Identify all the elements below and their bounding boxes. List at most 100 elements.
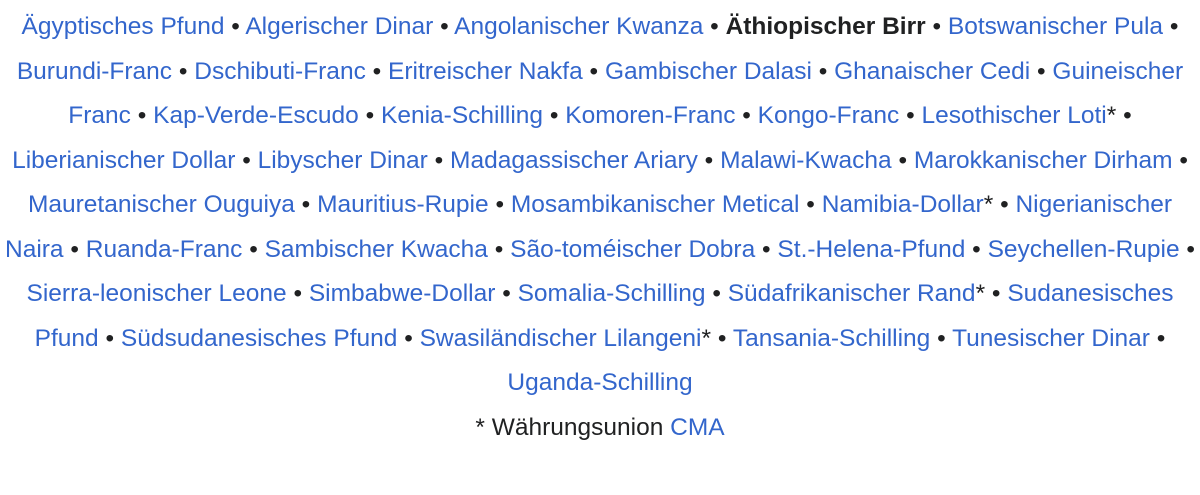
list-item: Mauretanischer Ouguiya xyxy=(28,191,295,218)
list-item: Madagassischer Ariary xyxy=(450,147,698,174)
separator: • xyxy=(1179,146,1188,174)
currency-link-swasilandischer-lilangeni[interactable]: Swasiländischer Lilangeni xyxy=(420,325,702,352)
list-item: Äthiopischer Birr xyxy=(726,13,926,40)
list-item: Angolanischer Kwanza xyxy=(454,13,703,40)
list-item: Eritreischer Nakfa xyxy=(388,58,583,85)
currency-link-malawi-kwacha[interactable]: Malawi-Kwacha xyxy=(720,147,892,174)
currency-link-komoren-franc[interactable]: Komoren-Franc xyxy=(565,102,735,129)
list-item: Tunesischer Dinar xyxy=(952,325,1150,352)
separator: • xyxy=(178,57,188,85)
list-item: Swasiländischer Lilangeni* xyxy=(420,325,711,352)
list-item: Ägyptisches Pfund xyxy=(22,13,225,40)
separator: • xyxy=(404,324,413,352)
separator: • xyxy=(762,235,771,263)
footnote-text: * Währungsunion xyxy=(475,413,664,441)
list-item: Liberianischer Dollar xyxy=(12,147,235,174)
currency-link-gambischer-dalasi[interactable]: Gambischer Dalasi xyxy=(605,58,812,85)
currency-link-dschibuti-franc[interactable]: Dschibuti-Franc xyxy=(194,58,366,85)
separator: • xyxy=(1186,235,1195,263)
separator: • xyxy=(494,235,504,263)
list-item: Burundi-Franc xyxy=(17,58,172,85)
currency-link-burundi-franc[interactable]: Burundi-Franc xyxy=(17,58,172,85)
list-item: Mauritius-Rupie xyxy=(317,191,489,218)
list-item: Komoren-Franc xyxy=(565,102,735,129)
currency-link-sao-tomeischer-dobra[interactable]: São-toméischer Dobra xyxy=(510,236,755,263)
currency-link-ghanaischer-cedi[interactable]: Ghanaischer Cedi xyxy=(834,58,1030,85)
currency-link-sambischer-kwacha[interactable]: Sambischer Kwacha xyxy=(265,236,488,263)
currency-link-kap-verde-escudo[interactable]: Kap-Verde-Escudo xyxy=(153,102,359,129)
currency-link-kenia-schilling[interactable]: Kenia-Schilling xyxy=(381,102,543,129)
currency-link-madagassischer-ariary[interactable]: Madagassischer Ariary xyxy=(450,147,698,174)
currency-link-ruanda-franc[interactable]: Ruanda-Franc xyxy=(86,236,243,263)
currency-link-sudafrikanischer-rand[interactable]: Südafrikanischer Rand xyxy=(728,280,976,307)
separator: • xyxy=(806,191,815,218)
list-item: Kap-Verde-Escudo xyxy=(153,102,359,129)
currency-link-namibia-dollar[interactable]: Namibia-Dollar xyxy=(822,191,984,218)
list-item: Tansania-Schilling xyxy=(733,325,930,352)
footnote-marker: * xyxy=(1106,102,1117,129)
currency-link-mauretanischer-ouguiya[interactable]: Mauretanischer Ouguiya xyxy=(28,191,295,218)
separator: • xyxy=(231,13,240,40)
separator: • xyxy=(1156,324,1166,352)
list-item: Südafrikanischer Rand* xyxy=(728,280,985,307)
currency-link-st-helena-pfund[interactable]: St.-Helena-Pfund xyxy=(777,236,965,263)
list-item: Sambischer Kwacha xyxy=(265,236,488,263)
list-item: Dschibuti-Franc xyxy=(194,58,366,85)
currency-link-simbabwe-dollar[interactable]: Simbabwe-Dollar xyxy=(309,280,496,307)
list-item: Algerischer Dinar xyxy=(245,13,433,40)
separator: • xyxy=(742,102,751,129)
currency-link-libyscher-dinar[interactable]: Libyscher Dinar xyxy=(258,147,428,174)
list-item: Libyscher Dinar xyxy=(258,147,428,174)
list-item: Sierra-leonischer Leone xyxy=(27,280,287,307)
separator: • xyxy=(105,324,115,352)
list-item: Mosambikanischer Metical xyxy=(511,191,800,218)
separator: • xyxy=(991,280,1001,307)
separator: • xyxy=(502,280,511,307)
currency-link-liberianischer-dollar[interactable]: Liberianischer Dollar xyxy=(12,147,235,174)
currency-link-uganda-schilling[interactable]: Uganda-Schilling xyxy=(507,369,692,396)
separator: • xyxy=(70,235,79,263)
separator: • xyxy=(1169,13,1179,40)
currency-navbox: Ägyptisches Pfund • Algerischer Dinar • … xyxy=(0,0,1200,495)
currency-link-seychellen-rupie[interactable]: Seychellen-Rupie xyxy=(988,236,1180,263)
separator: • xyxy=(249,235,258,263)
list-item: Gambischer Dalasi xyxy=(605,58,812,85)
currency-link-kongo-franc[interactable]: Kongo-Franc xyxy=(758,102,900,129)
currency-link-somalia-schilling[interactable]: Somalia-Schilling xyxy=(518,280,706,307)
currency-link-agyptisches-pfund[interactable]: Ägyptisches Pfund xyxy=(22,13,225,40)
separator: • xyxy=(1000,191,1009,218)
list-item: Ghanaischer Cedi xyxy=(834,58,1030,85)
currency-link-mosambikanischer-metical[interactable]: Mosambikanischer Metical xyxy=(511,191,800,218)
separator: • xyxy=(372,57,382,85)
currency-link-sierra-leonischer-leone[interactable]: Sierra-leonischer Leone xyxy=(27,280,287,307)
currency-link-lesothischer-loti[interactable]: Lesothischer Loti xyxy=(922,102,1107,129)
list-item: Uganda-Schilling xyxy=(507,369,692,396)
currency-link-marokkanischer-dirham[interactable]: Marokkanischer Dirham xyxy=(914,147,1173,174)
separator: • xyxy=(1037,57,1046,85)
currency-link-tansania-schilling[interactable]: Tansania-Schilling xyxy=(733,325,930,352)
currency-link-botswanischer-pula[interactable]: Botswanischer Pula xyxy=(948,13,1163,40)
separator: • xyxy=(434,146,444,174)
currency-link-algerischer-dinar[interactable]: Algerischer Dinar xyxy=(245,13,433,40)
footnote-link-cma[interactable]: CMA xyxy=(670,414,724,441)
list-item: Kenia-Schilling xyxy=(381,102,543,129)
separator: • xyxy=(242,146,251,174)
separator: • xyxy=(972,235,981,263)
list-item: Somalia-Schilling xyxy=(518,280,706,307)
footnote-marker: * xyxy=(983,191,994,218)
currency-link-sudsudanesisches-pfund[interactable]: Südsudanesisches Pfund xyxy=(121,325,398,352)
separator: • xyxy=(495,191,505,218)
separator: • xyxy=(301,191,311,218)
list-item: Botswanischer Pula xyxy=(948,13,1163,40)
separator: • xyxy=(937,324,946,352)
separator: • xyxy=(137,102,147,129)
list-item: Malawi-Kwacha xyxy=(720,147,892,174)
separator: • xyxy=(818,57,828,85)
list-item: Kongo-Franc xyxy=(758,102,900,129)
currency-list: Ägyptisches Pfund • Algerischer Dinar • … xyxy=(0,5,1200,406)
currency-link-mauritius-rupie[interactable]: Mauritius-Rupie xyxy=(317,191,489,218)
currency-link-tunesischer-dinar[interactable]: Tunesischer Dinar xyxy=(952,325,1150,352)
currency-link-eritreischer-nakfa[interactable]: Eritreischer Nakfa xyxy=(388,58,583,85)
list-item: St.-Helena-Pfund xyxy=(777,236,965,263)
currency-link-angolanischer-kwanza[interactable]: Angolanischer Kwanza xyxy=(454,13,703,40)
